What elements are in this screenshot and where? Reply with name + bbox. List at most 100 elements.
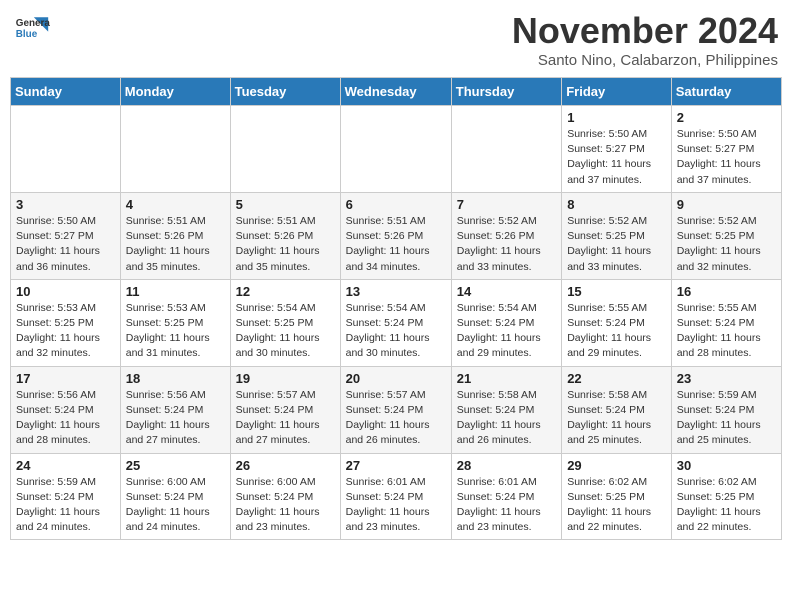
calendar-cell: 23 Sunrise: 5:59 AM Sunset: 5:24 PM Dayli… [671,366,781,453]
day-number: 15 [567,284,666,299]
header-tuesday: Tuesday [230,78,340,106]
day-info: Sunrise: 5:52 AM Sunset: 5:25 PM Dayligh… [567,214,666,275]
title-block: November 2024 Santo Nino, Calabarzon, Ph… [512,10,778,69]
calendar-cell: 4 Sunrise: 5:51 AM Sunset: 5:26 PM Daylig… [120,192,230,279]
calendar-cell: 22Sunrise: 5:58 AM Sunset: 5:24 PM Dayli… [562,366,672,453]
day-number: 16 [677,284,776,299]
day-number: 1 [567,110,666,125]
week-row-1: 3 Sunrise: 5:50 AM Sunset: 5:27 PM Daylig… [11,192,782,279]
page-header: General Blue November 2024 Santo Nino, C… [10,10,782,69]
day-number: 22 [567,371,666,386]
calendar-cell: 25Sunrise: 6:00 AM Sunset: 5:24 PM Dayli… [120,453,230,540]
day-info: Sunrise: 5:54 AM Sunset: 5:24 PM Dayligh… [457,301,556,362]
week-row-0: 1 Sunrise: 5:50 AM Sunset: 5:27 PM Daylig… [11,106,782,193]
calendar-cell [340,106,451,193]
day-number: 8 [567,197,666,212]
calendar-cell: 21 Sunrise: 5:58 AM Sunset: 5:24 PM Dayli… [451,366,561,453]
header-saturday: Saturday [671,78,781,106]
day-info: Sunrise: 6:00 AM Sunset: 5:24 PM Dayligh… [126,475,225,536]
calendar-cell: 3 Sunrise: 5:50 AM Sunset: 5:27 PM Daylig… [11,192,121,279]
day-info: Sunrise: 5:50 AM Sunset: 5:27 PM Dayligh… [16,214,115,275]
svg-text:Blue: Blue [16,29,38,40]
calendar-cell: 27 Sunrise: 6:01 AM Sunset: 5:24 PM Dayli… [340,453,451,540]
calendar-cell: 9 Sunrise: 5:52 AM Sunset: 5:25 PM Daylig… [671,192,781,279]
day-info: Sunrise: 5:56 AM Sunset: 5:24 PM Dayligh… [126,388,225,449]
day-info: Sunrise: 5:50 AM Sunset: 5:27 PM Dayligh… [677,127,776,188]
calendar-cell: 29 Sunrise: 6:02 AM Sunset: 5:25 PM Dayli… [562,453,672,540]
day-number: 26 [236,458,335,473]
calendar-body: 1 Sunrise: 5:50 AM Sunset: 5:27 PM Daylig… [11,106,782,540]
calendar-cell: 5Sunrise: 5:51 AM Sunset: 5:26 PM Daylig… [230,192,340,279]
calendar-cell: 7Sunrise: 5:52 AM Sunset: 5:26 PM Daylig… [451,192,561,279]
day-number: 23 [677,371,776,386]
day-info: Sunrise: 5:59 AM Sunset: 5:24 PM Dayligh… [677,388,776,449]
day-info: Sunrise: 5:51 AM Sunset: 5:26 PM Dayligh… [346,214,446,275]
location-title: Santo Nino, Calabarzon, Philippines [512,52,778,69]
calendar-cell: 10Sunrise: 5:53 AM Sunset: 5:25 PM Dayli… [11,279,121,366]
day-number: 9 [677,197,776,212]
day-info: Sunrise: 5:52 AM Sunset: 5:25 PM Dayligh… [677,214,776,275]
calendar-cell: 1 Sunrise: 5:50 AM Sunset: 5:27 PM Daylig… [562,106,672,193]
calendar-cell: 30 Sunrise: 6:02 AM Sunset: 5:25 PM Dayli… [671,453,781,540]
day-info: Sunrise: 6:02 AM Sunset: 5:25 PM Dayligh… [567,475,666,536]
day-info: Sunrise: 6:02 AM Sunset: 5:25 PM Dayligh… [677,475,776,536]
day-number: 14 [457,284,556,299]
day-number: 29 [567,458,666,473]
day-info: Sunrise: 5:57 AM Sunset: 5:24 PM Dayligh… [346,388,446,449]
day-number: 12 [236,284,335,299]
header-monday: Monday [120,78,230,106]
month-title: November 2024 [512,10,778,52]
day-info: Sunrise: 5:50 AM Sunset: 5:27 PM Dayligh… [567,127,666,188]
header-sunday: Sunday [11,78,121,106]
day-info: Sunrise: 6:01 AM Sunset: 5:24 PM Dayligh… [346,475,446,536]
calendar-cell: 28 Sunrise: 6:01 AM Sunset: 5:24 PM Dayli… [451,453,561,540]
day-info: Sunrise: 5:51 AM Sunset: 5:26 PM Dayligh… [126,214,225,275]
day-number: 13 [346,284,446,299]
calendar-cell: 11 Sunrise: 5:53 AM Sunset: 5:25 PM Dayli… [120,279,230,366]
logo-icon: General Blue [14,10,50,46]
calendar-cell: 24 Sunrise: 5:59 AM Sunset: 5:24 PM Dayli… [11,453,121,540]
header-thursday: Thursday [451,78,561,106]
day-info: Sunrise: 5:53 AM Sunset: 5:25 PM Dayligh… [126,301,225,362]
calendar-cell: 6 Sunrise: 5:51 AM Sunset: 5:26 PM Daylig… [340,192,451,279]
calendar-header-row: SundayMondayTuesdayWednesdayThursdayFrid… [11,78,782,106]
day-number: 20 [346,371,446,386]
calendar-cell: 12 Sunrise: 5:54 AM Sunset: 5:25 PM Dayli… [230,279,340,366]
calendar-cell: 15 Sunrise: 5:55 AM Sunset: 5:24 PM Dayli… [562,279,672,366]
day-info: Sunrise: 5:54 AM Sunset: 5:25 PM Dayligh… [236,301,335,362]
day-number: 2 [677,110,776,125]
day-info: Sunrise: 5:59 AM Sunset: 5:24 PM Dayligh… [16,475,115,536]
day-number: 24 [16,458,115,473]
day-number: 4 [126,197,225,212]
day-info: Sunrise: 5:55 AM Sunset: 5:24 PM Dayligh… [677,301,776,362]
logo: General Blue [14,10,54,46]
calendar-cell [230,106,340,193]
calendar-cell: 16 Sunrise: 5:55 AM Sunset: 5:24 PM Dayli… [671,279,781,366]
day-number: 6 [346,197,446,212]
day-number: 3 [16,197,115,212]
calendar-cell: 17 Sunrise: 5:56 AM Sunset: 5:24 PM Dayli… [11,366,121,453]
day-info: Sunrise: 5:51 AM Sunset: 5:26 PM Dayligh… [236,214,335,275]
header-wednesday: Wednesday [340,78,451,106]
day-number: 27 [346,458,446,473]
calendar-table: SundayMondayTuesdayWednesdayThursdayFrid… [10,77,782,540]
day-info: Sunrise: 5:58 AM Sunset: 5:24 PM Dayligh… [457,388,556,449]
day-number: 30 [677,458,776,473]
day-info: Sunrise: 6:01 AM Sunset: 5:24 PM Dayligh… [457,475,556,536]
day-number: 18 [126,371,225,386]
day-info: Sunrise: 5:56 AM Sunset: 5:24 PM Dayligh… [16,388,115,449]
calendar-cell [451,106,561,193]
calendar-cell: 18 Sunrise: 5:56 AM Sunset: 5:24 PM Dayli… [120,366,230,453]
calendar-cell: 26Sunrise: 6:00 AM Sunset: 5:24 PM Dayli… [230,453,340,540]
calendar-cell: 13Sunrise: 5:54 AM Sunset: 5:24 PM Dayli… [340,279,451,366]
day-info: Sunrise: 5:55 AM Sunset: 5:24 PM Dayligh… [567,301,666,362]
day-number: 21 [457,371,556,386]
day-number: 19 [236,371,335,386]
day-number: 11 [126,284,225,299]
day-info: Sunrise: 5:53 AM Sunset: 5:25 PM Dayligh… [16,301,115,362]
day-number: 28 [457,458,556,473]
day-number: 17 [16,371,115,386]
calendar-cell: 19Sunrise: 5:57 AM Sunset: 5:24 PM Dayli… [230,366,340,453]
calendar-cell: 8 Sunrise: 5:52 AM Sunset: 5:25 PM Daylig… [562,192,672,279]
day-number: 7 [457,197,556,212]
